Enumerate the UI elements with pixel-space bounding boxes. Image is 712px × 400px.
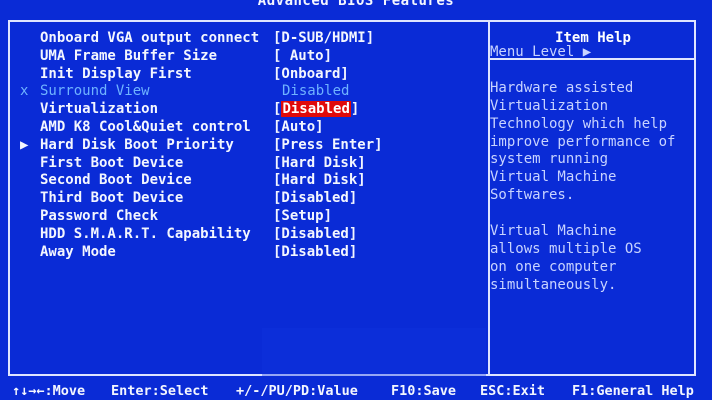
setting-value[interactable]: [Setup] [273,208,332,226]
setting-value[interactable]: [Disabled] [273,226,357,244]
selected-value-highlight[interactable]: Disabled [281,101,351,118]
setting-label: Away Mode [40,243,116,260]
help-text-line: system running [490,151,609,168]
setting-value[interactable]: [Hard Disk] [273,172,366,190]
footer-key-value: +/-/PU/PD:Value [236,383,358,399]
screen-title: Advanced BIOS Features [257,0,455,9]
setting-label: Surround View [40,83,150,100]
setting-value[interactable]: [Press Enter] [273,137,383,155]
setting-label: HDD S.M.A.R.T. Capability [40,225,251,242]
footer-key-exit: ESC:Exit [480,383,546,399]
setting-value[interactable]: [ Auto] [273,48,332,66]
menu-level-indicator: Menu Level ▶ [490,44,592,60]
help-text-line: Hardware assisted [490,79,634,96]
setting-row-surround-view: x Surround View Disabled [10,83,488,101]
key-legend-bar: ↑↓→←:Move Enter:Select +/-/PU/PD:Value F… [0,383,712,400]
setting-row-hdd-boot-priority[interactable]: ▶ Hard Disk Boot Priority [Press Enter] [10,137,488,155]
setting-label: Password Check [40,207,159,224]
help-text-line: simultaneously. [490,276,617,293]
help-text-line: allows multiple OS [490,240,642,257]
footer-key-move: ↑↓→←:Move [12,383,86,399]
setting-value[interactable]: [D-SUB/HDMI] [273,30,374,48]
setting-value[interactable]: [Disabled] [273,244,357,262]
settings-list: Onboard VGA output connect [D-SUB/HDMI] … [10,30,488,261]
setting-value[interactable]: [Hard Disk] [273,155,366,173]
setting-value[interactable]: [Disabled] [273,190,357,208]
setting-row-init-display[interactable]: Init Display First [Onboard] [10,66,488,84]
setting-row-third-boot[interactable]: Third Boot Device [Disabled] [10,190,488,208]
setting-row-hdd-smart[interactable]: HDD S.M.A.R.T. Capability [Disabled] [10,226,488,244]
submenu-arrow-icon: ▶ [20,136,29,153]
setting-label: Second Boot Device [40,172,192,189]
unavailable-x-icon: x [20,83,29,100]
footer-key-select: Enter:Select [111,383,209,399]
setting-value-selected[interactable]: [Disabled] [273,101,359,119]
help-text-line: improve performance of [490,133,676,150]
setting-row-first-boot[interactable]: First Boot Device [Hard Disk] [10,155,488,173]
setting-label: UMA Frame Buffer Size [40,47,218,64]
footer-key-save: F10:Save [391,383,457,399]
item-help-panel: Menu Level ▶ Hardware assisted Virtualiz… [490,44,686,295]
setting-label: Onboard VGA output connect [40,30,260,46]
help-text-line: Virtualization [490,97,609,114]
help-text-line: Technology which help [490,115,668,132]
setting-label: First Boot Device [40,154,184,171]
setting-label: AMD K8 Cool&Quiet control [40,118,251,135]
footer-key-help: F1:General Help [572,383,694,399]
screen-glare [262,328,486,376]
setting-row-uma-frame-buffer[interactable]: UMA Frame Buffer Size [ Auto] [10,48,488,66]
help-text-line [490,205,686,223]
setting-row-second-boot[interactable]: Second Boot Device [Hard Disk] [10,172,488,190]
help-text-line: Softwares. [490,187,575,204]
setting-value[interactable]: [Auto] [273,119,324,137]
setting-label: Third Boot Device [40,190,184,207]
setting-label: Init Display First [40,65,192,82]
setting-row-away-mode[interactable]: Away Mode [Disabled] [10,244,488,262]
setting-row-virtualization[interactable]: Virtualization [Disabled] [10,101,488,119]
setting-row-cool-quiet[interactable]: AMD K8 Cool&Quiet control [Auto] [10,119,488,137]
setting-row-password-check[interactable]: Password Check [Setup] [10,208,488,226]
help-text-line: on one computer [490,258,617,275]
setting-row-onboard-vga[interactable]: Onboard VGA output connect [D-SUB/HDMI] [10,30,488,48]
setting-label: Virtualization [40,101,159,118]
setting-value: Disabled [282,83,350,100]
setting-value[interactable]: [Onboard] [273,66,349,84]
help-text-line: Virtual Machine [490,223,617,240]
setting-label: Hard Disk Boot Priority [40,136,234,153]
help-text-line: Virtual Machine [490,169,617,186]
